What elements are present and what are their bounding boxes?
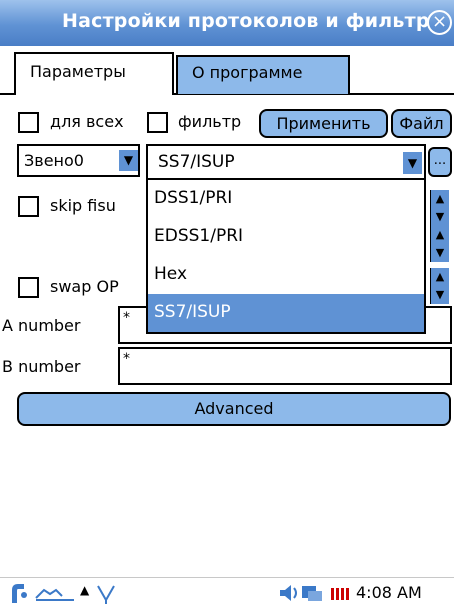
start-logo-icon[interactable] — [6, 581, 30, 605]
close-icon[interactable]: × — [427, 10, 452, 35]
battery-icon[interactable] — [330, 584, 350, 602]
spinner-2[interactable]: ▲ ▼ — [430, 226, 449, 262]
browse-button[interactable]: ... — [428, 147, 452, 177]
up-arrow-icon[interactable]: ▲ — [80, 583, 89, 597]
tab-parameters[interactable]: Параметры — [14, 52, 174, 95]
a-number-label: A number — [2, 316, 81, 335]
link-dropdown[interactable]: Звено0 ▼ — [17, 144, 140, 177]
for-all-label: для всех — [50, 112, 124, 131]
sync-icon[interactable] — [300, 583, 324, 603]
signal-icon[interactable] — [34, 584, 76, 602]
protocol-dropdown-value: SS7/ISUP — [158, 152, 235, 172]
link-dropdown-value: Звено0 — [24, 151, 84, 170]
advanced-button[interactable]: Advanced — [17, 392, 451, 426]
chevron-down-icon[interactable]: ▼ — [403, 152, 422, 174]
swap-opc-checkbox[interactable] — [18, 277, 39, 298]
b-number-input[interactable]: * — [118, 347, 452, 385]
protocol-dropdown-list: DSS1/PRI EDSS1/PRI Hex SS7/ISUP — [146, 178, 426, 334]
spinner-1[interactable]: ▲ ▼ — [430, 190, 449, 226]
clock[interactable]: 4:08 AM — [356, 583, 422, 602]
b-number-label: B number — [2, 357, 81, 376]
chevron-down-icon[interactable]: ▼ — [119, 150, 138, 171]
protocol-option[interactable]: Hex — [148, 256, 424, 294]
protocol-option[interactable]: DSS1/PRI — [148, 180, 424, 218]
tab-parameters-label: Параметры — [30, 62, 126, 81]
protocol-option[interactable]: EDSS1/PRI — [148, 218, 424, 256]
speaker-icon[interactable] — [278, 583, 300, 603]
protocol-dropdown[interactable]: SS7/ISUP ▼ — [146, 144, 426, 180]
tab-about[interactable]: О программе — [176, 55, 350, 94]
protocol-option-selected[interactable]: SS7/ISUP — [148, 294, 424, 332]
swap-opc-label: swap OP — [50, 277, 119, 296]
skip-fisu-checkbox[interactable] — [18, 196, 39, 217]
filter-checkbox[interactable] — [147, 112, 168, 133]
skip-fisu-label: skip fisu — [50, 196, 116, 215]
antenna-icon[interactable] — [96, 582, 116, 604]
apply-button[interactable]: Применить — [259, 109, 388, 138]
taskbar: ▲ 4:08 AM — [0, 577, 454, 607]
tab-about-label: О программе — [192, 63, 303, 82]
filter-label: фильтр — [178, 112, 242, 131]
for-all-checkbox[interactable] — [18, 112, 39, 133]
file-button[interactable]: Файл — [391, 109, 452, 138]
spinner-3[interactable]: ▲ ▼ — [430, 268, 449, 304]
window-title: Настройки протоколов и фильтр — [62, 10, 430, 32]
